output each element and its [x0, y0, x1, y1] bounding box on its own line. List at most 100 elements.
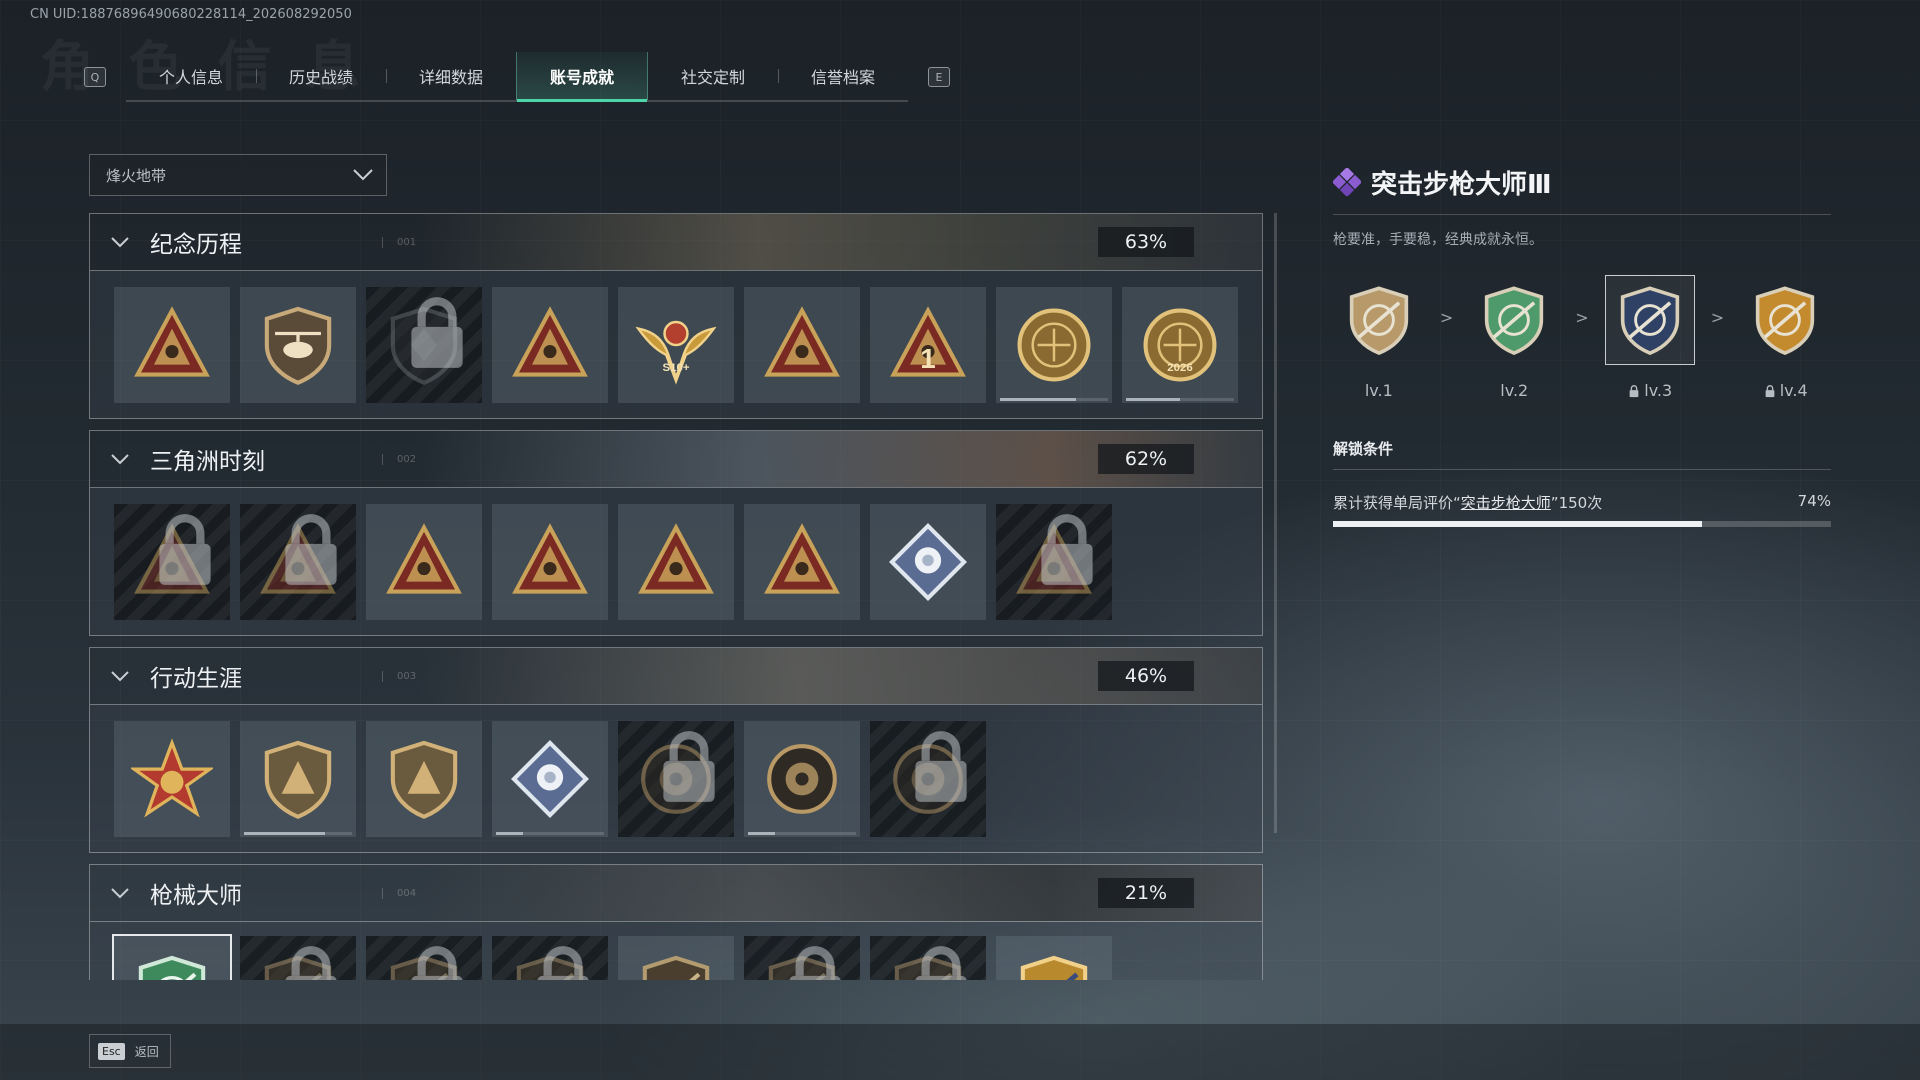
achievement-badge[interactable] [744, 503, 860, 620]
number-one-badge-icon: 1 [890, 305, 966, 377]
achievement-badge[interactable] [492, 936, 608, 980]
achievement-badge[interactable] [240, 936, 356, 980]
level-arrow: > [1575, 308, 1589, 327]
section-percent: 62% [1098, 444, 1194, 474]
triangle-squad-badge-icon [512, 522, 588, 594]
back-label: 返回 [134, 1044, 159, 1059]
chevron-down-icon [353, 169, 373, 181]
achievement-badge[interactable] [618, 936, 734, 980]
section-percent: 46% [1098, 661, 1194, 691]
achievement-badge[interactable] [114, 503, 230, 620]
tab-next-key[interactable]: E [928, 67, 950, 87]
achievement-badge[interactable]: 1 [870, 286, 986, 403]
achievement-badge[interactable] [240, 286, 356, 403]
lock-icon [1629, 384, 1639, 397]
section-number: 001 [382, 236, 416, 248]
bronze-shield-badge-icon [264, 740, 332, 819]
triangle-skull-badge-icon [386, 522, 462, 594]
collapse-chevron-icon[interactable] [90, 236, 150, 248]
achievement-badge[interactable] [240, 720, 356, 837]
achievement-badge[interactable] [492, 720, 608, 837]
badge-progress-fill [1000, 397, 1076, 401]
triangle-beasts-badge-icon [638, 522, 714, 594]
achievement-badge[interactable] [366, 720, 482, 837]
badge-progress-fill [496, 831, 523, 835]
section-number: 002 [382, 453, 416, 465]
lock-icon [285, 513, 337, 585]
level-text: lv.3 [1644, 381, 1673, 400]
achievement-badge[interactable] [240, 503, 356, 620]
lock-icon [159, 513, 211, 585]
lock-icon [411, 946, 463, 980]
section-header[interactable]: 行动生涯 003 46% [89, 647, 1263, 705]
helicopter-badge-icon [264, 306, 332, 385]
tab-credit-record[interactable]: 信誉档案 [778, 52, 908, 100]
badge-progress-bar [1126, 397, 1234, 401]
achievement-badge[interactable] [114, 286, 230, 403]
tab-social-custom[interactable]: 社交定制 [648, 52, 778, 100]
bottom-bar [0, 1024, 1920, 1080]
achievement-badge[interactable] [112, 934, 232, 980]
tab-personal-info[interactable]: 个人信息 [126, 52, 256, 100]
collapse-chevron-icon[interactable] [90, 453, 150, 465]
winged-crest-badge-icon: S10+ [635, 320, 717, 385]
collapse-chevron-icon[interactable] [90, 887, 150, 899]
triangle-badge-icon [134, 305, 210, 377]
achievement-badge[interactable] [618, 720, 734, 837]
achievement-badge[interactable] [744, 936, 860, 980]
achievement-badge[interactable] [366, 936, 482, 980]
achievement-badge[interactable] [366, 286, 482, 403]
detail-title: 突击步枪大师Ⅲ [1371, 169, 1552, 200]
achievement-badge[interactable] [744, 286, 860, 403]
uid-label: CN UID:18876896490680228114_202608292050 [30, 7, 352, 22]
mode-dropdown[interactable]: 烽火地带 [89, 154, 387, 196]
level-item[interactable]: lv.2 [1468, 275, 1560, 400]
achievement-badge[interactable] [744, 720, 860, 837]
achievement-badge[interactable] [870, 503, 986, 620]
condition-link[interactable]: 突击步枪大师 [1461, 494, 1551, 512]
tab-prev-key[interactable]: Q [84, 67, 106, 87]
tab-detailed-data[interactable]: 详细数据 [386, 52, 516, 100]
tab-account-achievements[interactable]: 账号成就 [516, 52, 648, 102]
lock-icon [915, 730, 967, 802]
level-item[interactable]: lv.4 [1739, 275, 1831, 400]
star-medal-badge-icon [131, 737, 213, 818]
achievement-badge[interactable] [492, 503, 608, 620]
level-label: lv.2 [1500, 381, 1528, 400]
level-text: lv.4 [1779, 381, 1808, 400]
lock-icon [789, 946, 841, 980]
level-arrow: > [1439, 308, 1454, 327]
delta-force-badge-icon [1017, 308, 1091, 381]
achievement-section: 行动生涯 003 46% [89, 647, 1263, 853]
achievement-badge[interactable]: 2026 [1122, 286, 1238, 403]
section-number: 004 [382, 887, 416, 899]
condition-prefix: 累计获得单局评价“ [1333, 494, 1461, 512]
section-header[interactable]: 三角洲时刻 002 62% [89, 430, 1263, 488]
level-item[interactable]: lv.3 [1604, 275, 1696, 400]
achievement-badge[interactable] [618, 503, 734, 620]
achievement-badge[interactable] [996, 286, 1112, 403]
level-text: lv.2 [1500, 381, 1529, 400]
section-header[interactable]: 纪念历程 001 63% [89, 213, 1263, 271]
achievement-badge[interactable] [114, 720, 230, 837]
achievement-badge[interactable] [366, 503, 482, 620]
section-header[interactable]: 枪械大师 004 21% [89, 864, 1263, 922]
level-item[interactable]: lv.1 [1333, 275, 1425, 400]
achievement-badge[interactable] [492, 286, 608, 403]
tab-battle-history[interactable]: 历史战绩 [256, 52, 386, 100]
section-title: 行动生涯 [150, 666, 242, 692]
collapse-chevron-icon[interactable] [90, 670, 150, 682]
achievement-badge[interactable] [996, 503, 1112, 620]
detail-divider [1333, 214, 1831, 215]
back-button[interactable]: Esc 返回 [89, 1034, 171, 1068]
list-scrollbar[interactable] [1274, 213, 1277, 833]
achievement-section: 纪念历程 001 63% S10+ 1 2026 [89, 213, 1263, 419]
gun-badge-icon [642, 955, 710, 980]
achievement-badge[interactable] [996, 936, 1112, 980]
unlock-condition-row: 累计获得单局评价“突击步枪大师”150次 74% [1333, 492, 1831, 513]
achievement-list[interactable]: 纪念历程 001 63% S10+ 1 2026 三角洲时刻 002 62% 行动生涯 003 46%… [89, 213, 1263, 980]
lock-icon [663, 730, 715, 802]
achievement-badge[interactable] [870, 936, 986, 980]
achievement-badge[interactable] [870, 720, 986, 837]
achievement-badge[interactable]: S10+ [618, 286, 734, 403]
